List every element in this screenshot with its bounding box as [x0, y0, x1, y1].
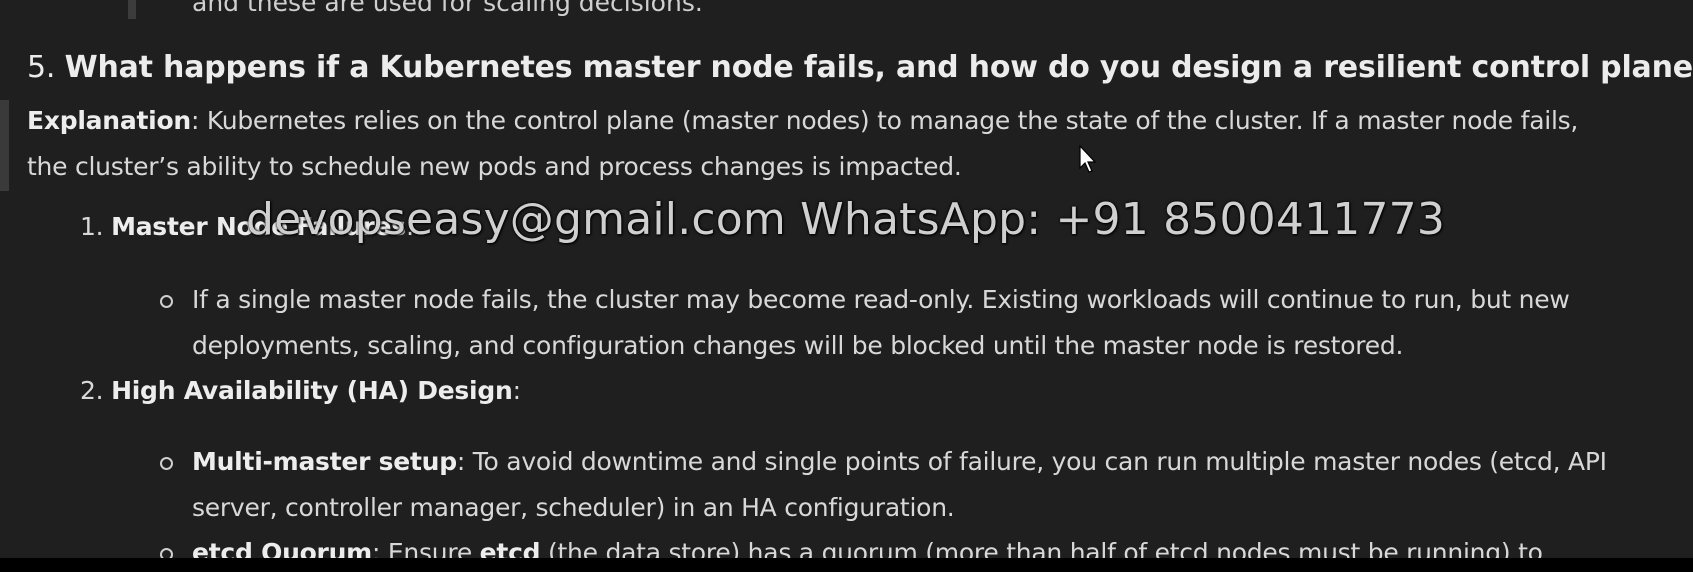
video-bottom-bar — [0, 558, 1693, 572]
contact-watermark: devopseasy@gmail.com WhatsApp: +91 85004… — [246, 194, 1446, 245]
blockquote-bar — [128, 0, 136, 19]
explanation-line-2: the cluster’s ability to schedule new po… — [27, 152, 962, 181]
bullet-text-line: server, controller manager, scheduler) i… — [192, 493, 955, 522]
explanation-text: : Kubernetes relies on the control plane… — [190, 106, 1579, 135]
mouse-cursor-icon — [1079, 145, 1097, 173]
bullet-text-line: Multi-master setup: To avoid downtime an… — [192, 447, 1607, 476]
question-heading: 5. What happens if a Kubernetes master n… — [27, 50, 1693, 85]
bullet-icon — [160, 295, 173, 308]
explanation-quote-bar — [0, 100, 9, 191]
explanation-label: Explanation — [27, 106, 191, 135]
list-item-title: High Availability (HA) Design — [111, 376, 513, 405]
list-item-suffix: : — [512, 376, 521, 405]
previous-text-line: and these are used for scaling decisions… — [192, 0, 703, 17]
bullet-icon — [160, 457, 173, 470]
bullet-text: : To avoid downtime and single points of… — [456, 447, 1607, 476]
explanation-line-1: Explanation: Kubernetes relies on the co… — [27, 106, 1578, 135]
question-number: 5. — [27, 50, 56, 85]
bullet-text-line: If a single master node fails, the clust… — [192, 285, 1570, 314]
list-item-number: 2. — [80, 376, 104, 405]
bullet-bold-term: Multi-master setup — [192, 447, 457, 476]
list-item-number: 1. — [80, 212, 104, 241]
list-item-2: 2. High Availability (HA) Design: — [80, 376, 521, 405]
bullet-text-line: deployments, scaling, and configuration … — [192, 331, 1404, 360]
question-title: What happens if a Kubernetes master node… — [64, 50, 1693, 85]
